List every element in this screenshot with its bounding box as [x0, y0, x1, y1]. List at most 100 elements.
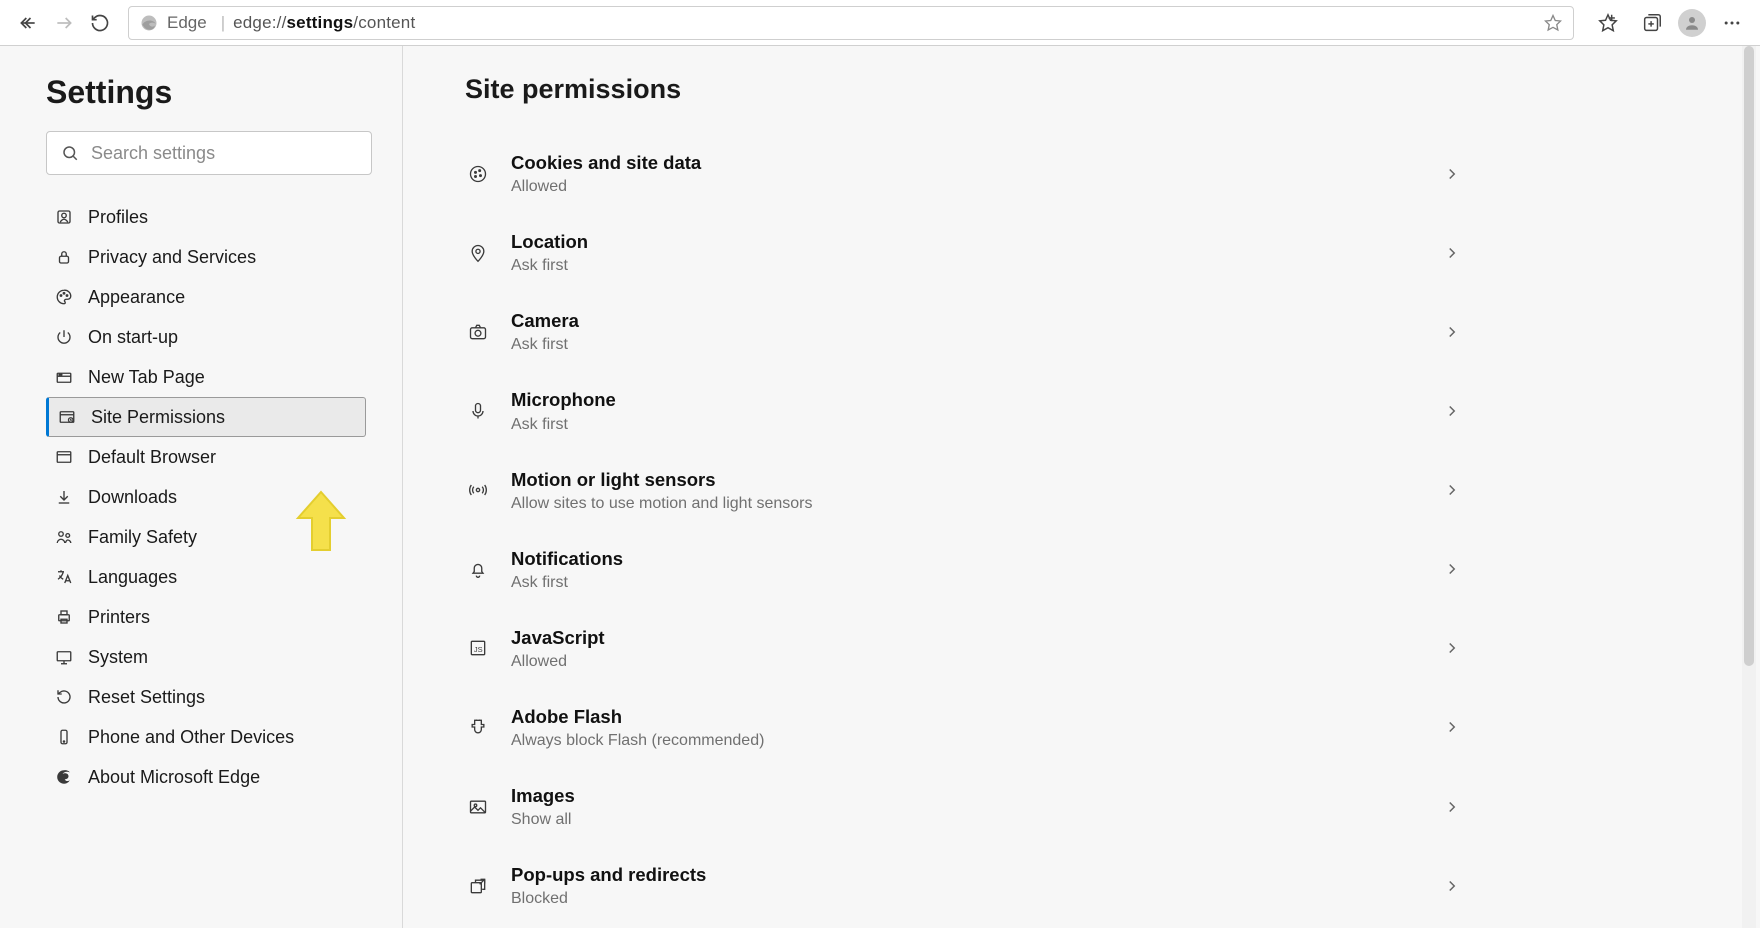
nav-label: New Tab Page — [88, 367, 205, 388]
nav-startup[interactable]: On start-up — [46, 317, 366, 357]
lock-icon — [54, 247, 74, 267]
collections-button[interactable] — [1634, 5, 1670, 41]
forward-button[interactable] — [46, 5, 82, 41]
nav-privacy[interactable]: Privacy and Services — [46, 237, 366, 277]
settings-nav: Profiles Privacy and Services Appearance… — [46, 197, 366, 797]
settings-heading: Settings — [46, 74, 366, 111]
product-label: Edge — [167, 13, 207, 33]
nav-site-permissions[interactable]: Site Permissions — [46, 397, 366, 437]
site-permissions-icon — [57, 407, 77, 427]
chevron-right-icon — [1443, 165, 1461, 183]
nav-appearance[interactable]: Appearance — [46, 277, 366, 317]
row-sub: Allowed — [511, 178, 1443, 196]
row-sub: Ask first — [511, 574, 1443, 592]
chevron-right-icon — [1443, 639, 1461, 657]
search-input[interactable] — [91, 143, 357, 164]
row-sub: Ask first — [511, 416, 1443, 434]
row-title: Images — [511, 785, 575, 806]
row-sub: Allow sites to use motion and light sens… — [511, 495, 1443, 513]
nav-label: About Microsoft Edge — [88, 767, 260, 788]
chevron-right-icon — [1443, 323, 1461, 341]
browser-toolbar: Edge | edge://settings/content — [0, 0, 1760, 46]
nav-label: Privacy and Services — [88, 247, 256, 268]
power-icon — [54, 327, 74, 347]
printer-icon — [54, 607, 74, 627]
chevron-right-icon — [1443, 877, 1461, 895]
sensor-icon — [465, 479, 491, 501]
perm-row-cookies[interactable]: Cookies and site data Allowed — [465, 135, 1461, 214]
row-title: Pop-ups and redirects — [511, 864, 706, 885]
nav-profiles[interactable]: Profiles — [46, 197, 366, 237]
nav-label: Default Browser — [88, 447, 216, 468]
phone-icon — [54, 727, 74, 747]
download-icon — [54, 487, 74, 507]
page-title: Site permissions — [465, 74, 1700, 105]
chevron-right-icon — [1443, 244, 1461, 262]
url-text: edge://settings/content — [233, 13, 415, 33]
row-sub: Blocked — [511, 890, 1443, 908]
nav-reset[interactable]: Reset Settings — [46, 677, 366, 717]
nav-label: Site Permissions — [91, 407, 225, 428]
settings-sidebar: Settings Profiles Privacy and Services A… — [0, 46, 403, 928]
scrollbar[interactable] — [1742, 46, 1756, 928]
profile-icon — [54, 207, 74, 227]
browser-icon — [54, 447, 74, 467]
profile-avatar[interactable] — [1678, 9, 1706, 37]
perm-row-camera[interactable]: CameraAsk first — [465, 293, 1461, 372]
nav-default-browser[interactable]: Default Browser — [46, 437, 366, 477]
row-title: Cookies and site data — [511, 152, 701, 173]
nav-label: Languages — [88, 567, 177, 588]
separator: | — [221, 13, 225, 33]
chevron-right-icon — [1443, 481, 1461, 499]
settings-main: Site permissions Cookies and site data Al… — [403, 46, 1760, 928]
nav-system[interactable]: System — [46, 637, 366, 677]
more-menu-button[interactable] — [1714, 5, 1750, 41]
perm-row-flash[interactable]: Adobe Flash Always block Flash (recommend… — [465, 689, 1461, 768]
nav-about[interactable]: About Microsoft Edge — [46, 757, 366, 797]
camera-icon — [465, 321, 491, 343]
nav-label: Phone and Other Devices — [88, 727, 294, 748]
family-icon — [54, 527, 74, 547]
plugin-icon — [465, 716, 491, 738]
popup-icon — [465, 875, 491, 897]
nav-family[interactable]: Family Safety — [46, 517, 366, 557]
perm-row-location[interactable]: LocationAsk first — [465, 214, 1461, 293]
nav-phone[interactable]: Phone and Other Devices — [46, 717, 366, 757]
address-bar[interactable]: Edge | edge://settings/content — [128, 6, 1574, 40]
svg-text:JS: JS — [474, 645, 483, 654]
perm-row-notifications[interactable]: Notifications Ask first — [465, 531, 1461, 610]
perm-row-sensors[interactable]: Motion or light sensorsAllow sites to us… — [465, 452, 1461, 531]
perm-row-popups[interactable]: Pop-ups and redirects Blocked — [465, 847, 1461, 926]
js-icon: JS — [465, 637, 491, 659]
nav-label: Reset Settings — [88, 687, 205, 708]
perm-row-microphone[interactable]: Microphone Ask first — [465, 372, 1461, 451]
perm-row-javascript[interactable]: JS JavaScriptAllowed — [465, 610, 1461, 689]
back-button[interactable] — [10, 5, 46, 41]
refresh-button[interactable] — [82, 5, 118, 41]
row-title: Location — [511, 231, 588, 252]
chevron-right-icon — [1443, 402, 1461, 420]
nav-label: On start-up — [88, 327, 178, 348]
tab-icon — [54, 367, 74, 387]
row-title: Adobe Flash — [511, 706, 622, 727]
perm-row-images[interactable]: ImagesShow all — [465, 768, 1461, 847]
reset-icon — [54, 687, 74, 707]
row-title: Microphone — [511, 389, 616, 410]
nav-label: Family Safety — [88, 527, 197, 548]
row-sub: Allowed — [511, 653, 1443, 671]
search-settings-field[interactable] — [46, 131, 372, 175]
cookie-icon — [465, 163, 491, 185]
image-icon — [465, 796, 491, 818]
nav-label: Printers — [88, 607, 150, 628]
nav-languages[interactable]: Languages — [46, 557, 366, 597]
row-title: Notifications — [511, 548, 623, 569]
nav-label: Downloads — [88, 487, 177, 508]
nav-new-tab[interactable]: New Tab Page — [46, 357, 366, 397]
row-sub: Always block Flash (recommended) — [511, 732, 1443, 750]
nav-downloads[interactable]: Downloads — [46, 477, 366, 517]
favorites-button[interactable] — [1590, 5, 1626, 41]
language-icon — [54, 567, 74, 587]
system-icon — [54, 647, 74, 667]
nav-printers[interactable]: Printers — [46, 597, 366, 637]
favorite-star-icon[interactable] — [1543, 13, 1563, 33]
